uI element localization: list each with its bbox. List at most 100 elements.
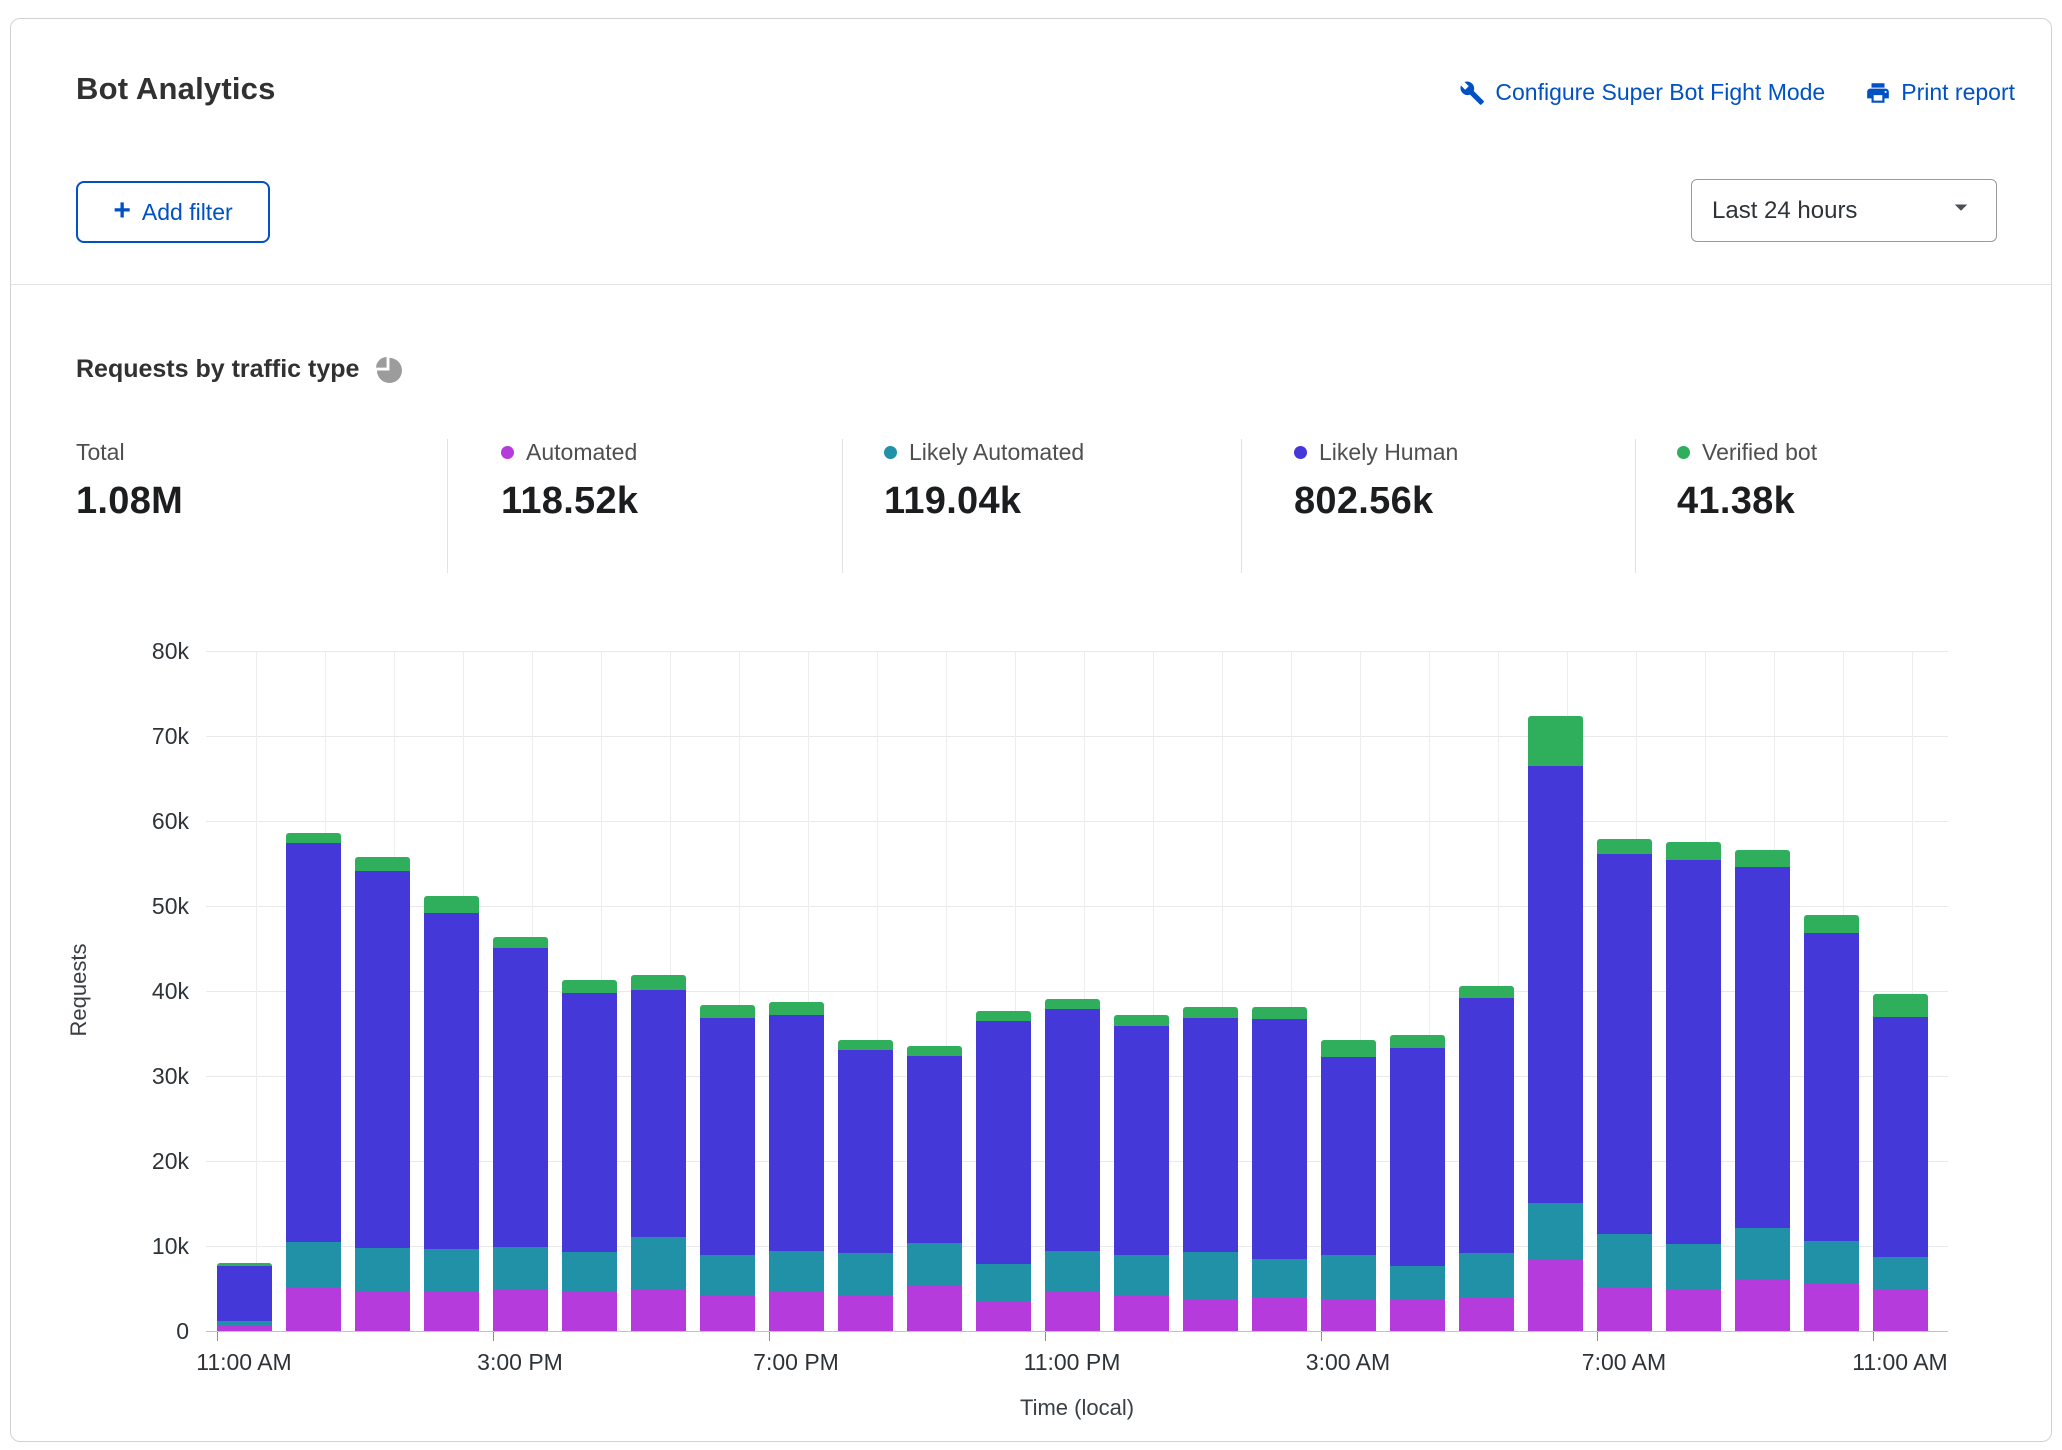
bar-segment-likely-automated[interactable] xyxy=(562,1252,617,1291)
bar-segment-likely-human[interactable] xyxy=(493,948,548,1246)
bar-segment-automated[interactable] xyxy=(1321,1300,1376,1331)
bar-segment-automated[interactable] xyxy=(1183,1300,1238,1331)
bar-segment-likely-human[interactable] xyxy=(769,1015,824,1251)
bar-segment-likely-human[interactable] xyxy=(976,1021,1031,1264)
bar-segment-likely-human[interactable] xyxy=(700,1018,755,1254)
bar-segment-likely-human[interactable] xyxy=(1183,1018,1238,1252)
bar-segment-verified-bot[interactable] xyxy=(1804,915,1859,934)
bar-segment-verified-bot[interactable] xyxy=(493,937,548,949)
bar-segment-automated[interactable] xyxy=(769,1291,824,1331)
bar-segment-likely-human[interactable] xyxy=(1321,1057,1376,1256)
bar-segment-verified-bot[interactable] xyxy=(976,1011,1031,1021)
bar-segment-likely-human[interactable] xyxy=(562,993,617,1252)
bar-segment-automated[interactable] xyxy=(1735,1279,1790,1331)
bar-segment-automated[interactable] xyxy=(355,1291,410,1331)
bar-segment-automated[interactable] xyxy=(1528,1260,1583,1331)
bar-segment-verified-bot[interactable] xyxy=(286,833,341,843)
bar-400pm[interactable] xyxy=(562,980,617,1331)
bar-1100am[interactable] xyxy=(1873,994,1928,1331)
bar-segment-automated[interactable] xyxy=(1804,1283,1859,1331)
bar-600pm[interactable] xyxy=(700,1005,755,1331)
bar-segment-likely-automated[interactable] xyxy=(907,1243,962,1286)
bar-segment-likely-human[interactable] xyxy=(1114,1026,1169,1256)
bar-100pm[interactable] xyxy=(355,857,410,1331)
bar-segment-automated[interactable] xyxy=(562,1291,617,1331)
bar-segment-verified-bot[interactable] xyxy=(1321,1040,1376,1056)
bar-segment-automated[interactable] xyxy=(1390,1300,1445,1331)
bar-segment-likely-automated[interactable] xyxy=(1459,1253,1514,1298)
bar-400am[interactable] xyxy=(1390,1035,1445,1331)
bar-segment-likely-human[interactable] xyxy=(1735,867,1790,1228)
bar-segment-automated[interactable] xyxy=(631,1289,686,1331)
bar-segment-automated[interactable] xyxy=(838,1295,893,1331)
bar-segment-automated[interactable] xyxy=(976,1301,1031,1331)
bar-segment-likely-human[interactable] xyxy=(907,1056,962,1243)
bar-segment-likely-automated[interactable] xyxy=(1873,1257,1928,1290)
bar-segment-verified-bot[interactable] xyxy=(1597,839,1652,854)
bar-segment-likely-human[interactable] xyxy=(1597,854,1652,1234)
bar-segment-likely-human[interactable] xyxy=(1873,1017,1928,1258)
bar-1100am[interactable] xyxy=(217,1263,272,1331)
bar-segment-verified-bot[interactable] xyxy=(355,857,410,871)
bar-segment-likely-automated[interactable] xyxy=(631,1237,686,1289)
bar-segment-automated[interactable] xyxy=(424,1291,479,1331)
bar-300pm[interactable] xyxy=(493,937,548,1331)
bar-segment-verified-bot[interactable] xyxy=(1183,1007,1238,1018)
bar-segment-automated[interactable] xyxy=(1252,1298,1307,1331)
bar-segment-likely-human[interactable] xyxy=(1459,998,1514,1253)
bar-segment-verified-bot[interactable] xyxy=(1528,716,1583,766)
bar-segment-automated[interactable] xyxy=(1666,1289,1721,1331)
bar-segment-likely-human[interactable] xyxy=(1528,766,1583,1203)
bar-segment-likely-automated[interactable] xyxy=(1321,1255,1376,1299)
bar-segment-likely-automated[interactable] xyxy=(355,1248,410,1291)
bar-segment-likely-automated[interactable] xyxy=(1114,1255,1169,1296)
bar-segment-verified-bot[interactable] xyxy=(838,1040,893,1050)
bar-segment-likely-automated[interactable] xyxy=(1597,1234,1652,1287)
bar-segment-likely-automated[interactable] xyxy=(838,1253,893,1295)
bar-segment-likely-automated[interactable] xyxy=(769,1251,824,1291)
bar-segment-likely-automated[interactable] xyxy=(286,1242,341,1287)
bar-segment-automated[interactable] xyxy=(493,1289,548,1331)
bar-200pm[interactable] xyxy=(424,896,479,1331)
bar-800pm[interactable] xyxy=(838,1040,893,1331)
bar-segment-likely-automated[interactable] xyxy=(1183,1252,1238,1300)
bar-segment-likely-automated[interactable] xyxy=(1804,1241,1859,1284)
bar-segment-likely-human[interactable] xyxy=(1666,860,1721,1244)
bar-100am[interactable] xyxy=(1183,1007,1238,1331)
bar-segment-likely-automated[interactable] xyxy=(424,1249,479,1291)
bar-segment-likely-automated[interactable] xyxy=(1735,1228,1790,1279)
bar-segment-automated[interactable] xyxy=(1597,1287,1652,1331)
bar-segment-likely-human[interactable] xyxy=(355,871,410,1248)
bar-200am[interactable] xyxy=(1252,1007,1307,1331)
bar-700am[interactable] xyxy=(1597,839,1652,1331)
bar-1200am[interactable] xyxy=(1114,1015,1169,1331)
bar-800am[interactable] xyxy=(1666,842,1721,1331)
bar-segment-automated[interactable] xyxy=(1873,1290,1928,1331)
bar-segment-likely-human[interactable] xyxy=(424,913,479,1250)
bar-segment-verified-bot[interactable] xyxy=(1735,850,1790,867)
bar-segment-automated[interactable] xyxy=(907,1285,962,1331)
bar-segment-likely-human[interactable] xyxy=(217,1266,272,1320)
bar-segment-likely-automated[interactable] xyxy=(976,1264,1031,1301)
bar-segment-verified-bot[interactable] xyxy=(1459,986,1514,998)
bar-segment-likely-automated[interactable] xyxy=(493,1247,548,1290)
bar-1200pm[interactable] xyxy=(286,833,341,1331)
bar-segment-automated[interactable] xyxy=(286,1287,341,1331)
bar-segment-verified-bot[interactable] xyxy=(1390,1035,1445,1048)
bar-600am[interactable] xyxy=(1528,716,1583,1331)
bar-segment-likely-automated[interactable] xyxy=(1045,1251,1100,1292)
bar-segment-likely-automated[interactable] xyxy=(700,1255,755,1296)
bar-segment-automated[interactable] xyxy=(1114,1296,1169,1331)
bar-segment-likely-human[interactable] xyxy=(838,1050,893,1253)
bar-segment-verified-bot[interactable] xyxy=(1045,999,1100,1009)
bar-segment-likely-human[interactable] xyxy=(1804,933,1859,1241)
bar-segment-verified-bot[interactable] xyxy=(562,980,617,993)
bar-segment-likely-automated[interactable] xyxy=(1528,1203,1583,1261)
bar-segment-verified-bot[interactable] xyxy=(424,896,479,913)
bar-1100pm[interactable] xyxy=(1045,999,1100,1331)
bar-900pm[interactable] xyxy=(907,1046,962,1331)
bar-segment-likely-human[interactable] xyxy=(1390,1048,1445,1266)
bar-segment-likely-automated[interactable] xyxy=(1666,1244,1721,1289)
bar-segment-automated[interactable] xyxy=(700,1295,755,1331)
bar-segment-likely-human[interactable] xyxy=(631,990,686,1237)
